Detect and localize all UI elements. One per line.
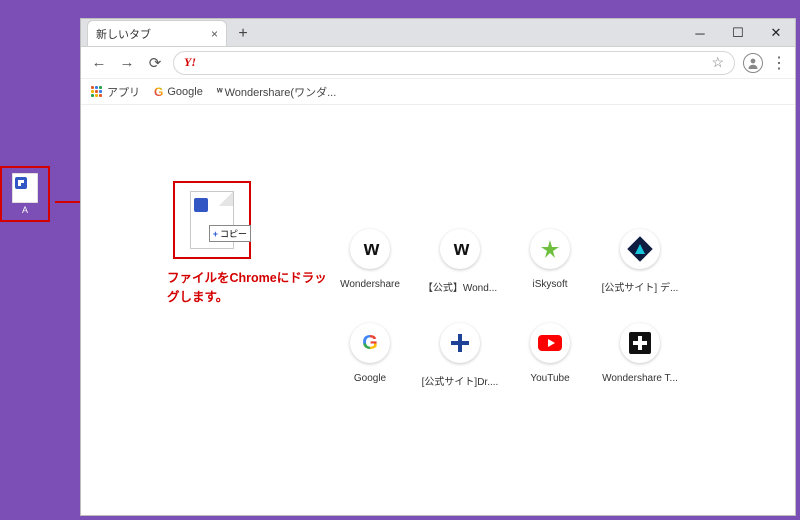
tunesgo-logo-icon — [629, 332, 651, 354]
desktop-file-shortcut[interactable]: A — [0, 166, 50, 222]
iskysoft-logo-icon — [540, 239, 560, 259]
shortcut-wondershare[interactable]: w Wondershare — [325, 229, 415, 315]
shortcut-official-site-dr[interactable]: [公式サイト]Dr.... — [415, 323, 505, 409]
apps-grid-icon — [91, 86, 103, 98]
shortcut-youtube[interactable]: YouTube — [505, 323, 595, 409]
desktop-file-label: A — [22, 205, 28, 215]
shortcut-official-site-de[interactable]: [公式サイト] デ... — [595, 229, 685, 315]
page-content: + コピー ファイルをChromeにドラッグします。 w Wondershare… — [81, 105, 795, 515]
bookmark-label: Google — [167, 86, 202, 98]
shortcut-google[interactable]: G Google — [325, 323, 415, 409]
shortcut-label: Google — [354, 373, 386, 384]
wondershare-logo-icon: w — [364, 238, 377, 261]
profile-button[interactable] — [743, 53, 763, 73]
address-bar[interactable]: Y! ☆ — [173, 51, 735, 75]
bookmark-wondershare[interactable]: ʷ Wondershare(ワンダ... — [217, 84, 336, 100]
drfone-logo-icon — [451, 334, 469, 352]
instruction-caption: ファイルをChromeにドラッグします。 — [167, 269, 327, 307]
bookmark-google[interactable]: G Google — [154, 85, 203, 99]
nav-forward-button[interactable]: → — [117, 53, 137, 73]
shortcut-label: YouTube — [530, 373, 569, 384]
tab-title: 新しいタブ — [96, 26, 151, 42]
window-close-button[interactable]: ✕ — [757, 19, 795, 47]
chrome-menu-button[interactable]: ⋮ — [771, 53, 787, 73]
browser-tab-active[interactable]: 新しいタブ × — [87, 20, 227, 46]
filmora-logo-icon — [627, 236, 652, 261]
pdf-badge-icon — [194, 198, 208, 212]
shortcut-label: [公式サイト] デ... — [602, 279, 679, 294]
ntp-shortcut-grid: w Wondershare w 【公式】Wond... iSkysoft [公式… — [325, 229, 685, 409]
bookmark-label: アプリ — [107, 84, 140, 100]
site-indicator-icon: Y! — [184, 55, 196, 70]
window-maximize-button[interactable]: ☐ — [719, 19, 757, 47]
plus-icon: + — [213, 229, 218, 239]
browser-toolbar: ← → ⟳ Y! ☆ ⋮ — [81, 47, 795, 79]
google-g-icon: G — [154, 85, 163, 99]
chrome-window: ─ ☐ ✕ 新しいタブ × + ← → ⟳ Y! ☆ ⋮ — [80, 18, 796, 516]
shortcut-label: [公式サイト]Dr.... — [422, 373, 499, 388]
youtube-logo-icon — [538, 335, 562, 351]
desktop-background: A ─ ☐ ✕ 新しいタブ × + ← → ⟳ Y! ☆ — [0, 0, 800, 520]
wondershare-icon: ʷ — [217, 86, 221, 98]
copy-tooltip: + コピー — [209, 225, 251, 242]
shortcut-label: Wondershare T... — [602, 373, 678, 384]
nav-back-button[interactable]: ← — [89, 53, 109, 73]
shortcut-official-wondershare[interactable]: w 【公式】Wond... — [415, 229, 505, 315]
shortcut-wondershare-t[interactable]: Wondershare T... — [595, 323, 685, 409]
shortcut-label: 【公式】Wond... — [423, 279, 497, 294]
bookmark-label: Wondershare(ワンダ... — [225, 84, 337, 100]
pdf-file-icon — [12, 173, 38, 203]
person-icon — [747, 57, 759, 69]
window-controls: ─ ☐ ✕ — [681, 19, 795, 47]
bookmark-apps[interactable]: アプリ — [91, 84, 140, 100]
copy-tooltip-label: コピー — [220, 227, 247, 240]
tab-close-icon[interactable]: × — [211, 27, 218, 41]
shortcut-iskysoft[interactable]: iSkysoft — [505, 229, 595, 315]
wondershare-logo-icon: w — [454, 238, 467, 261]
dragged-file-icon: + コピー — [190, 191, 234, 249]
nav-reload-button[interactable]: ⟳ — [145, 53, 165, 73]
dragged-file-preview: + コピー — [173, 181, 251, 259]
new-tab-button[interactable]: + — [231, 22, 255, 46]
shortcut-label: iSkysoft — [532, 279, 567, 290]
bookmark-star-icon[interactable]: ☆ — [711, 54, 724, 71]
bookmarks-bar: アプリ G Google ʷ Wondershare(ワンダ... — [81, 79, 795, 105]
shortcut-label: Wondershare — [340, 279, 400, 290]
window-minimize-button[interactable]: ─ — [681, 19, 719, 47]
google-logo-icon: G — [362, 332, 378, 355]
